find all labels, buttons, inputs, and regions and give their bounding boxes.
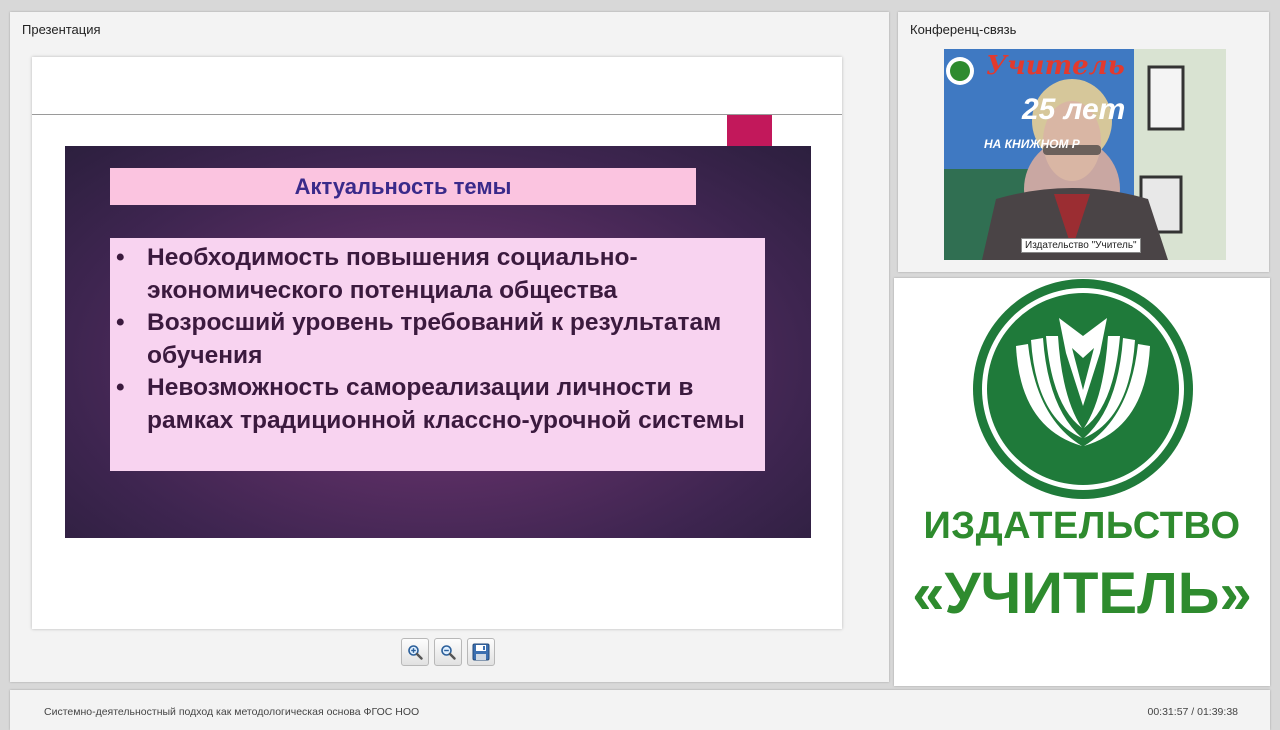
save-button[interactable] xyxy=(467,638,495,666)
slide-heading: Актуальность темы xyxy=(110,168,696,205)
publisher-name-line1: ИЗДАТЕЛЬСТВО xyxy=(923,505,1241,547)
footer-bar: Системно-деятельностный подход как метод… xyxy=(10,690,1270,730)
banner-brand: Учитель xyxy=(986,51,1125,81)
slide-bullet: Невозможность самореализации личности в … xyxy=(110,372,755,437)
slide-bullet-list: Необходимость повышения социально-эконом… xyxy=(110,238,765,437)
conference-panel: Конференц-связь Учитель 25 лет НА КНИЖНО… xyxy=(898,12,1269,272)
publisher-name-line2: «УЧИТЕЛЬ» xyxy=(912,561,1252,626)
conference-panel-title: Конференц-связь xyxy=(910,22,1017,37)
save-icon xyxy=(472,643,490,661)
slide-viewer: Актуальность темы Необходимость повышени… xyxy=(32,57,842,629)
video-caption: Издательство "Учитель" xyxy=(1021,238,1141,253)
slide-divider xyxy=(32,114,842,115)
slide-bullet: Возросший уровень требований к результат… xyxy=(110,307,755,372)
slide-bullet: Необходимость повышения социально-эконом… xyxy=(110,242,755,307)
zoom-in-icon xyxy=(408,645,423,660)
playback-time: 00:31:57 / 01:39:38 xyxy=(1147,706,1239,718)
slide-bullets-box: Необходимость повышения социально-эконом… xyxy=(110,238,765,471)
publisher-emblem-icon xyxy=(971,278,1195,501)
webcam-video: Учитель 25 лет НА КНИЖНОМ Р Издательство… xyxy=(944,49,1226,260)
banner-subline: НА КНИЖНОМ Р xyxy=(984,137,1080,151)
zoom-in-button[interactable] xyxy=(401,638,429,666)
zoom-out-button[interactable] xyxy=(434,638,462,666)
presentation-panel-title: Презентация xyxy=(22,22,101,37)
lecture-title: Системно-деятельностный подход как метод… xyxy=(44,706,420,718)
presentation-panel: Презентация Актуальность темы Необходимо… xyxy=(10,12,889,682)
zoom-out-icon xyxy=(441,645,456,660)
slide-content: Актуальность темы Необходимость повышени… xyxy=(65,146,811,538)
publisher-logo-panel: ИЗДАТЕЛЬСТВО «УЧИТЕЛЬ» xyxy=(894,278,1270,686)
banner-years: 25 лет xyxy=(1022,93,1126,126)
